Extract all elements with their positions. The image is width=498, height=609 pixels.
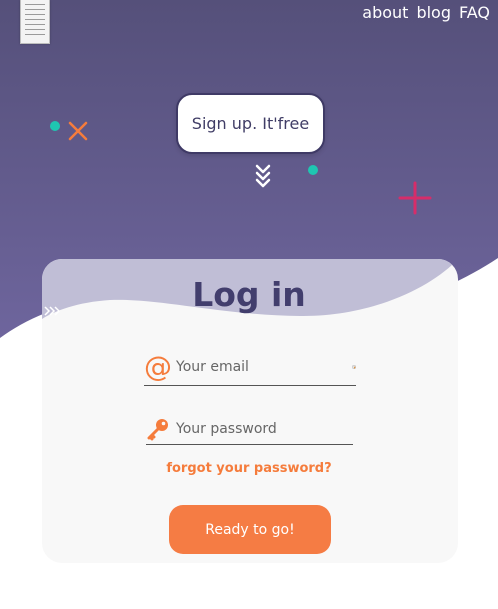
chevrons-down-icon: [255, 164, 271, 188]
plus-icon: [398, 181, 432, 215]
login-title: Log in: [192, 275, 306, 314]
submit-button[interactable]: Ready to go!: [169, 505, 331, 554]
site-logo[interactable]: [20, 0, 50, 44]
teal-dot-icon: [308, 165, 318, 175]
email-field[interactable]: [176, 349, 350, 385]
nav-item-blog[interactable]: blog: [416, 3, 451, 23]
at-icon: @: [144, 350, 172, 383]
nav-item-about[interactable]: about: [362, 3, 408, 23]
forgot-password-link[interactable]: forgot your password?: [0, 461, 498, 476]
signup-button[interactable]: Sign up. It'free: [176, 93, 325, 154]
teal-dot-icon: [50, 121, 60, 131]
top-nav: about blog FAQ: [362, 3, 490, 23]
key-icon: [146, 417, 170, 441]
password-field-row: [146, 414, 353, 445]
password-manager-icon[interactable]: [352, 355, 356, 379]
nav-item-faq[interactable]: FAQ: [459, 3, 490, 23]
email-field-row: @: [144, 349, 356, 386]
cross-icon: [68, 121, 88, 141]
password-field[interactable]: [176, 414, 353, 444]
